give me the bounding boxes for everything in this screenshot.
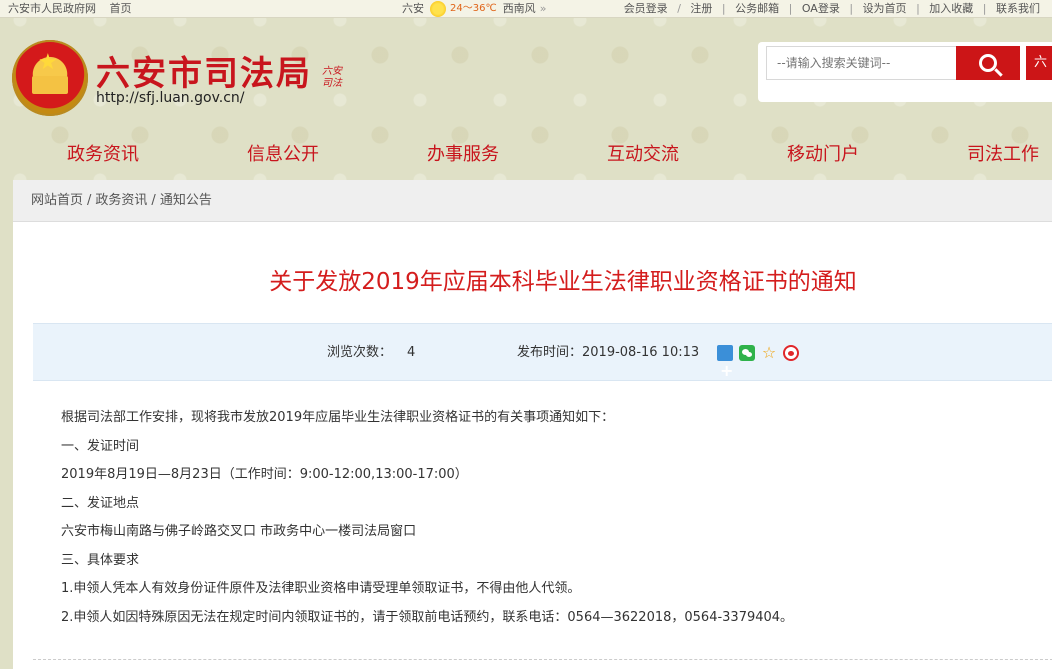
- article-title: 关于发放2019年应届本科毕业生法律职业资格证书的通知: [269, 269, 857, 295]
- main-nav: 政务资讯 信息公开 办事服务 互动交流 移动门户 司法工作: [0, 126, 1052, 178]
- register-link[interactable]: 注册: [690, 2, 712, 15]
- gov-portal-link[interactable]: 六安市人民政府网: [8, 2, 96, 15]
- weather-city: 六安: [402, 2, 424, 15]
- add-favorite-link[interactable]: 加入收藏: [929, 2, 973, 15]
- breadcrumb-separator: /: [87, 193, 92, 208]
- body-paragraph: 根据司法部工作安排，现将我市发放2019年应届毕业生法律职业资格证书的有关事项通…: [61, 410, 615, 425]
- separator: /: [677, 2, 681, 15]
- body-paragraph: 一、发证时间: [61, 438, 140, 454]
- national-emblem-icon: ★: [12, 40, 88, 116]
- breadcrumb-notices[interactable]: 通知公告: [160, 193, 212, 208]
- login-link[interactable]: 会员登录: [624, 2, 668, 15]
- nav-item-services[interactable]: 办事服务: [427, 140, 499, 166]
- separator: |: [982, 2, 987, 15]
- body-paragraph: 2.申领人如因特殊原因无法在规定时间内领取证书的，请于领取前电话预约，联系电话：…: [61, 609, 794, 625]
- site-title[interactable]: 六安市司法局: [96, 46, 312, 95]
- body-paragraph: 六安市梅山南路与佛子岭路交叉口 市政务中心一楼司法局窗口: [61, 524, 417, 539]
- weather-widget: 六安 24～36℃ 西南风 »: [402, 0, 546, 17]
- separator: |: [721, 2, 726, 15]
- breadcrumb: 网站首页 / 政务资讯 / 通知公告: [13, 180, 1052, 222]
- separator: |: [916, 2, 920, 15]
- article-meta-bar: 浏览次数： 4 发布时间：2019-08-16 10:13 ☆: [33, 323, 1052, 400]
- nav-item-judicial-work[interactable]: 司法工作: [967, 140, 1039, 166]
- breadcrumb-news[interactable]: 政务资讯: [95, 193, 147, 208]
- weather-wind: 西南风: [502, 2, 536, 15]
- nav-item-info-disclosure[interactable]: 信息公开: [247, 140, 319, 166]
- divider: [33, 659, 1052, 660]
- views-label: 浏览次数：: [327, 345, 393, 360]
- views-count: 4: [407, 345, 416, 360]
- nav-item-news[interactable]: 政务资讯: [67, 140, 139, 166]
- separator: |: [849, 2, 854, 15]
- site-url: http://sfj.luan.gov.cn/: [96, 90, 245, 106]
- weibo-share-icon[interactable]: [783, 345, 799, 361]
- favorite-icon[interactable]: ☆: [761, 345, 777, 361]
- body-paragraph: 2019年8月19日—8月23日（工作时间：9:00-12:00,13:00-1…: [61, 467, 468, 482]
- article-container: 关于发放2019年应届本科毕业生法律职业资格证书的通知 浏览次数： 4 发布时间…: [13, 222, 1052, 669]
- seal-logo: 六安司法: [322, 66, 342, 89]
- wechat-share-icon[interactable]: [739, 345, 755, 361]
- breadcrumb-home[interactable]: 网站首页: [31, 193, 83, 208]
- body-paragraph: 二、发证地点: [61, 495, 140, 511]
- weather-temperature: 24～36℃: [450, 3, 497, 14]
- sun-icon: [430, 0, 446, 17]
- side-button[interactable]: 六: [1026, 46, 1052, 80]
- site-header: ★ 六安市司法局 http://sfj.luan.gov.cn/ 六安司法 六: [0, 18, 1052, 126]
- nav-item-interaction[interactable]: 互动交流: [607, 140, 679, 166]
- body-paragraph: 1.申领人凭本人有效身份证件原件及法律职业资格申请受理单领取证书，不得由他人代领…: [61, 581, 581, 596]
- body-paragraph: 三、具体要求: [61, 552, 140, 568]
- search-input[interactable]: [766, 46, 960, 80]
- article-body: 根据司法部工作安排，现将我市发放2019年应届毕业生法律职业资格证书的有关事项通…: [61, 404, 1021, 632]
- search-icon: [979, 54, 997, 72]
- weather-more-icon[interactable]: »: [540, 0, 547, 17]
- contact-link[interactable]: 联系我们: [996, 2, 1040, 15]
- home-link[interactable]: 首页: [110, 2, 132, 15]
- separator: |: [788, 2, 793, 15]
- mail-link[interactable]: 公务邮箱: [735, 2, 779, 15]
- qzone-share-icon[interactable]: [717, 342, 733, 400]
- set-homepage-link[interactable]: 设为首页: [863, 2, 907, 15]
- breadcrumb-separator: /: [151, 193, 156, 208]
- nav-item-mobile[interactable]: 移动门户: [787, 140, 859, 166]
- search-box: 六: [758, 42, 1052, 102]
- search-button[interactable]: [956, 46, 1020, 80]
- top-utility-bar: 六安市人民政府网 首页 六安 24～36℃ 西南风 » 会员登录 / 注册 | …: [0, 0, 1052, 18]
- share-buttons: ☆: [717, 342, 799, 400]
- oa-login-link[interactable]: OA登录: [802, 2, 840, 15]
- publish-date: 发布时间：2019-08-16 10:13: [517, 345, 700, 360]
